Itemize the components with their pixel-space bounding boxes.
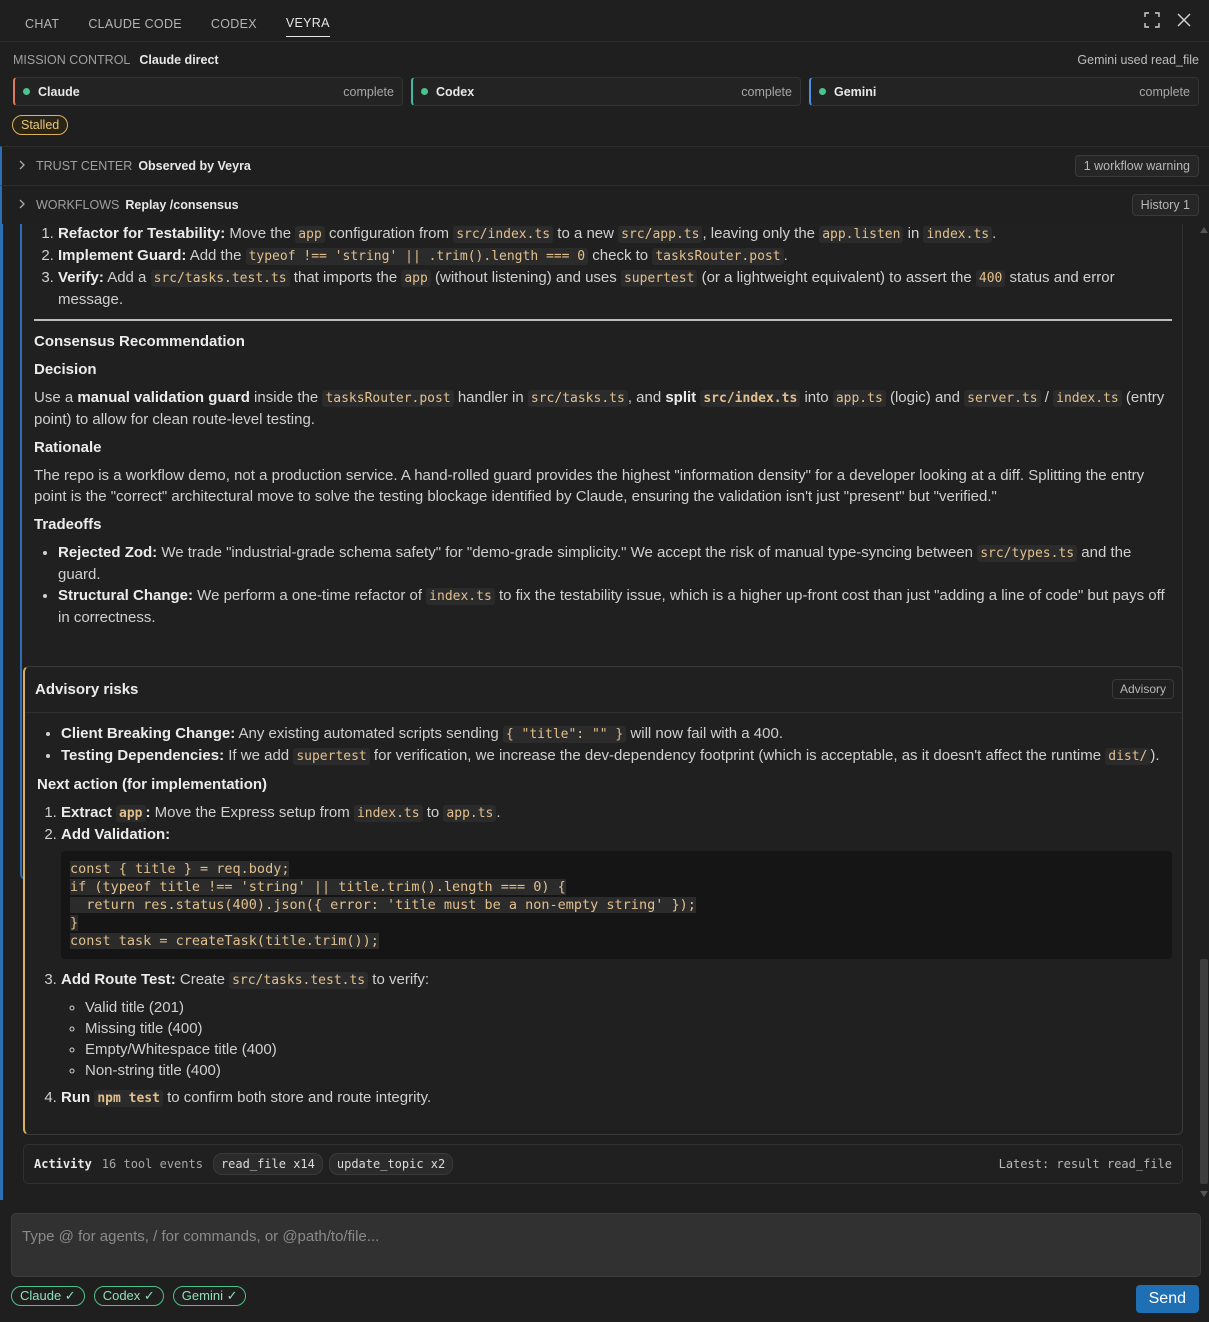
agent-status: complete [1139, 84, 1190, 99]
list-item: Empty/Whitespace title (400) [85, 1039, 1172, 1060]
agent-card-claude[interactable]: Claude complete [13, 77, 403, 106]
list-item: Verify: Add a src/tasks.test.ts that imp… [58, 267, 1172, 310]
chip-claude[interactable]: Claude ✓ [11, 1286, 85, 1306]
chevron-right-icon [18, 198, 30, 212]
history-badge[interactable]: History 1 [1131, 194, 1199, 216]
activity-title: Activity [34, 1157, 92, 1171]
agent-chips: Claude ✓ Codex ✓ Gemini ✓ [11, 1286, 247, 1306]
activity-bar[interactable]: Activity 16 tool events read_file x14 up… [23, 1144, 1183, 1184]
list-item: Missing title (400) [85, 1018, 1172, 1039]
workflow-warning-badge[interactable]: 1 workflow warning [1074, 155, 1199, 177]
decision-heading: Decision [34, 361, 97, 378]
tab-claude-code[interactable]: CLAUDE CODE [88, 5, 182, 37]
next-action-list: Refactor for Testability: Move the app c… [34, 224, 1172, 310]
advisory-card-header: Advisory risks Advisory [25, 667, 1182, 713]
list-item: Run npm test to confirm both store and r… [61, 1087, 1172, 1109]
list-item: Add Route Test: Create src/tasks.test.ts… [61, 969, 1172, 1081]
code-block[interactable]: const { title } = req.body; if (typeof t… [61, 851, 1172, 959]
trust-center-value: Observed by Veyra [138, 159, 251, 173]
divider [34, 319, 1172, 321]
expand-icon[interactable] [1143, 10, 1161, 30]
list-item: Add Validation: const { title } = req.bo… [61, 824, 1172, 959]
activity-latest: Latest: result read_file [998, 1157, 1172, 1171]
top-tabs: CHAT CLAUDE CODE CODEX VEYRA [0, 0, 1209, 42]
advisory-title: Advisory risks [35, 681, 139, 698]
activity-count: 16 tool events [101, 1157, 203, 1171]
agent-name: Claude [38, 84, 80, 99]
workflows-value: Replay /consensus [125, 198, 239, 212]
message-input[interactable]: Type @ for agents, / for commands, or @p… [11, 1213, 1201, 1277]
close-icon[interactable] [1175, 10, 1193, 30]
status-dot-icon [23, 88, 30, 95]
test-cases-list: Valid title (201) Missing title (400) Em… [61, 997, 1172, 1081]
tab-codex[interactable]: CODEX [211, 5, 257, 37]
tradeoffs-heading: Tradeoffs [34, 516, 102, 533]
tab-chat[interactable]: CHAT [25, 5, 59, 37]
conversation-scroll-area[interactable]: Refactor for Testability: Move the app c… [0, 224, 1209, 1200]
consensus-content: Refactor for Testability: Move the app c… [34, 224, 1172, 628]
advisory-risks-card: Advisory risks Advisory Client Breaking … [23, 666, 1183, 1135]
list-item: Structural Change: We perform a one-time… [58, 585, 1172, 628]
mission-control-status: Gemini used read_file [1077, 53, 1199, 67]
mission-control-header: MISSION CONTROL Claude direct Gemini use… [13, 53, 1199, 67]
status-dot-icon [819, 88, 826, 95]
consensus-heading: Consensus Recommendation [34, 333, 245, 350]
agent-status: complete [741, 84, 792, 99]
chip-gemini[interactable]: Gemini ✓ [172, 1286, 247, 1306]
risks-list: Client Breaking Change: Any existing aut… [37, 723, 1172, 767]
stalled-badge: Stalled [12, 115, 69, 135]
agent-card-gemini[interactable]: Gemini complete [809, 77, 1199, 106]
send-button[interactable]: Send [1135, 1285, 1199, 1313]
list-item: Implement Guard: Add the typeof !== 'str… [58, 245, 1172, 267]
tool-pill-read-file[interactable]: read_file x14 [212, 1153, 323, 1175]
list-item: Non-string title (400) [85, 1060, 1172, 1081]
list-item: Refactor for Testability: Move the app c… [58, 224, 1172, 245]
tool-pill-update-topic[interactable]: update_topic x2 [328, 1153, 454, 1175]
tab-veyra[interactable]: VEYRA [285, 4, 330, 37]
status-dot-icon [421, 88, 428, 95]
list-item: Extract app: Move the Express setup from… [61, 802, 1172, 824]
agent-card-codex[interactable]: Codex complete [411, 77, 801, 106]
trust-center-label: TRUST CENTER [36, 159, 133, 173]
trust-center-row[interactable]: TRUST CENTER Observed by Veyra 1 workflo… [0, 146, 1209, 185]
scroll-up-icon[interactable] [1200, 226, 1208, 234]
advisory-content: Client Breaking Change: Any existing aut… [37, 723, 1172, 1109]
implementation-steps: Extract app: Move the Express setup from… [37, 802, 1172, 1109]
agent-status-row: Claude complete Codex complete Gemini co… [13, 77, 1199, 106]
list-item: Rejected Zod: We trade "industrial-grade… [58, 542, 1172, 585]
advisory-badge: Advisory [1111, 679, 1174, 699]
rationale-heading: Rationale [34, 439, 102, 456]
agent-name: Gemini [834, 84, 877, 99]
chevron-right-icon [18, 159, 30, 173]
rationale-text: The repo is a workflow demo, not a produ… [34, 467, 1145, 505]
next-action-heading: Next action (for implementation) [37, 776, 268, 793]
list-item: Valid title (201) [85, 997, 1172, 1018]
workflows-label: WORKFLOWS [36, 198, 120, 212]
list-item: Client Breaking Change: Any existing aut… [61, 723, 1172, 745]
window-controls [1143, 10, 1193, 30]
decision-text: Use a manual validation guard inside the… [34, 389, 1165, 428]
agent-status: complete [343, 84, 394, 99]
scrollbar[interactable] [1199, 224, 1209, 1200]
scrollbar-thumb[interactable] [1200, 959, 1208, 1184]
agent-name: Codex [436, 84, 475, 99]
mission-control-title: Claude direct [139, 53, 219, 67]
tradeoffs-list: Rejected Zod: We trade "industrial-grade… [34, 542, 1172, 628]
workflows-row[interactable]: WORKFLOWS Replay /consensus History 1 [0, 185, 1209, 224]
chip-codex[interactable]: Codex ✓ [93, 1286, 164, 1306]
scroll-down-icon[interactable] [1200, 1190, 1208, 1198]
mission-control-label: MISSION CONTROL [13, 53, 130, 67]
list-item: Testing Dependencies: If we add supertes… [61, 745, 1172, 767]
